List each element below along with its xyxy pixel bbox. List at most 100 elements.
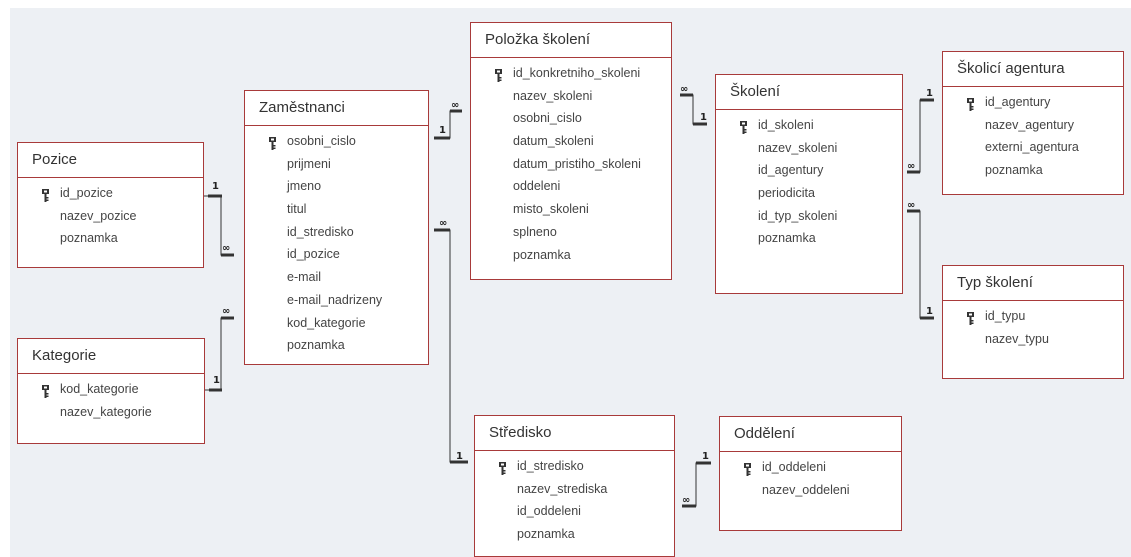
table-title: Kategorie <box>18 339 204 374</box>
table-pozice[interactable]: Pozice id_pozice nazev_pozice poznamka <box>17 142 204 268</box>
cardinality-many-label: ∞ <box>439 218 447 229</box>
field[interactable]: nazev_typu <box>943 328 1123 351</box>
field-name: id_agentury <box>758 163 824 178</box>
cardinality-many-label: ∞ <box>222 243 230 254</box>
field-name: id_agentury <box>985 95 1051 109</box>
field-name: id_pozice <box>287 247 340 262</box>
field-list: id_agentury nazev_agentury externi_agentur… <box>943 87 1123 182</box>
field[interactable]: periodicita <box>716 182 902 205</box>
field[interactable]: kod_kategorie <box>245 312 428 335</box>
cardinality-many-label: ∞ <box>222 306 230 317</box>
field[interactable]: e-mail_nadrizeny <box>245 289 428 312</box>
cardinality-many-label: ∞ <box>451 100 459 111</box>
primary-key-field[interactable]: id_pozice <box>18 182 203 205</box>
key-icon <box>744 461 751 476</box>
relationship-canvas: 1 ∞ 1 ∞ 1 ∞ ∞ 1 ∞ 1 ∞ 1 ∞ 1 ∞ 1 Pozice id_pozice nazev_p… <box>10 8 1131 557</box>
field-name: nazev_agentury <box>985 117 1074 132</box>
field[interactable]: nazev_pozice <box>18 205 203 228</box>
table-oddeleni[interactable]: Oddělení id_oddeleni nazev_oddeleni <box>719 416 902 531</box>
field-name: misto_skoleni <box>513 202 589 217</box>
cardinality-one-label: 1 <box>702 451 709 462</box>
field-name: id_skoleni <box>758 118 814 132</box>
cardinality-one-label: 1 <box>926 88 933 99</box>
field-name: id_pozice <box>60 186 113 200</box>
field[interactable]: prijmeni <box>245 153 428 176</box>
field-name: nazev_skoleni <box>758 140 838 155</box>
field[interactable]: splneno <box>471 221 671 244</box>
field-name: poznamka <box>758 231 816 246</box>
field[interactable]: poznamka <box>716 227 902 250</box>
field-name: id_stredisko <box>517 459 584 473</box>
field-name: nazev_kategorie <box>60 404 152 419</box>
field[interactable]: id_pozice <box>245 243 428 266</box>
key-icon <box>495 67 502 82</box>
primary-key-field[interactable]: id_oddeleni <box>720 456 901 479</box>
field-name: id_oddeleni <box>762 460 826 474</box>
field[interactable]: id_agentury <box>716 159 902 182</box>
table-skoleni[interactable]: Školení id_skoleni nazev_skoleni id_agentu… <box>715 74 903 294</box>
field-name: prijmeni <box>287 156 331 171</box>
primary-key-field[interactable]: id_typu <box>943 305 1123 328</box>
table-title: Oddělení <box>720 417 901 452</box>
field[interactable]: id_oddeleni <box>475 500 674 523</box>
field[interactable]: jmeno <box>245 175 428 198</box>
field-list: id_oddeleni nazev_oddeleni <box>720 452 901 501</box>
primary-key-field[interactable]: id_konkretniho_skoleni <box>471 62 671 85</box>
field-name: periodicita <box>758 186 815 201</box>
field[interactable]: poznamka <box>475 523 674 546</box>
table-zamestnanci[interactable]: Zaměstnanci osobni_cislo prijmeni jmeno tit… <box>244 90 429 365</box>
field[interactable]: datum_skoleni <box>471 130 671 153</box>
key-icon <box>42 383 49 398</box>
field[interactable]: poznamka <box>245 334 428 357</box>
field[interactable]: id_typ_skoleni <box>716 205 902 228</box>
field[interactable]: datum_pristiho_skoleni <box>471 153 671 176</box>
field-list: id_stredisko nazev_strediska id_oddelenipo… <box>475 451 674 546</box>
cardinality-many-label: ∞ <box>680 84 688 95</box>
field[interactable]: id_stredisko <box>245 221 428 244</box>
field-list: id_konkretniho_skoleni nazev_skoleniosobn… <box>471 58 671 266</box>
table-stredisko[interactable]: Středisko id_stredisko nazev_strediska id_… <box>474 415 675 557</box>
table-typ-skoleni[interactable]: Typ školení id_typu nazev_typu <box>942 265 1124 379</box>
primary-key-field[interactable]: id_stredisko <box>475 455 674 478</box>
field-name: poznamka <box>985 163 1043 178</box>
table-title: Zaměstnanci <box>245 91 428 126</box>
cardinality-one-label: 1 <box>456 451 463 462</box>
field-name: id_oddeleni <box>517 504 581 519</box>
primary-key-field[interactable]: kod_kategorie <box>18 378 204 401</box>
field-name: id_typu <box>985 309 1026 323</box>
field[interactable]: poznamka <box>943 159 1123 182</box>
field[interactable]: nazev_skoleni <box>471 85 671 108</box>
table-kategorie[interactable]: Kategorie kod_kategorie nazev_kategorie <box>17 338 205 444</box>
field[interactable]: poznamka <box>18 227 203 250</box>
table-skolici-agentura[interactable]: Školicí agentura id_agentury nazev_agentu… <box>942 51 1124 195</box>
field-name: e-mail_nadrizeny <box>287 292 383 307</box>
field[interactable]: osobni_cislo <box>471 107 671 130</box>
field[interactable]: e-mail <box>245 266 428 289</box>
field[interactable]: nazev_agentury <box>943 114 1123 137</box>
field[interactable]: nazev_skoleni <box>716 137 902 160</box>
field-name: osobni_cislo <box>513 111 582 126</box>
key-icon <box>740 119 747 134</box>
field[interactable]: nazev_oddeleni <box>720 479 901 502</box>
field[interactable]: nazev_kategorie <box>18 401 204 424</box>
primary-key-field[interactable]: id_agentury <box>943 91 1123 114</box>
field-name: oddeleni <box>513 179 561 194</box>
table-title: Pozice <box>18 143 203 178</box>
field-name: nazev_strediska <box>517 481 608 496</box>
primary-key-field[interactable]: osobni_cislo <box>245 130 428 153</box>
cardinality-one-label: 1 <box>439 125 446 136</box>
table-title: Typ školení <box>943 266 1123 301</box>
primary-key-field[interactable]: id_skoleni <box>716 114 902 137</box>
field[interactable]: externi_agentura <box>943 136 1123 159</box>
key-icon <box>269 135 276 150</box>
table-polozka-skoleni[interactable]: Položka školení id_konkretniho_skoleni na… <box>470 22 672 280</box>
field[interactable]: poznamka <box>471 244 671 267</box>
field-name: nazev_pozice <box>60 208 137 223</box>
cardinality-many-label: ∞ <box>907 200 915 211</box>
field[interactable]: nazev_strediska <box>475 478 674 501</box>
field[interactable]: misto_skoleni <box>471 198 671 221</box>
field[interactable]: oddeleni <box>471 175 671 198</box>
field-name: kod_kategorie <box>287 315 366 330</box>
rel-skoleni-typ <box>907 210 934 319</box>
field[interactable]: titul <box>245 198 428 221</box>
